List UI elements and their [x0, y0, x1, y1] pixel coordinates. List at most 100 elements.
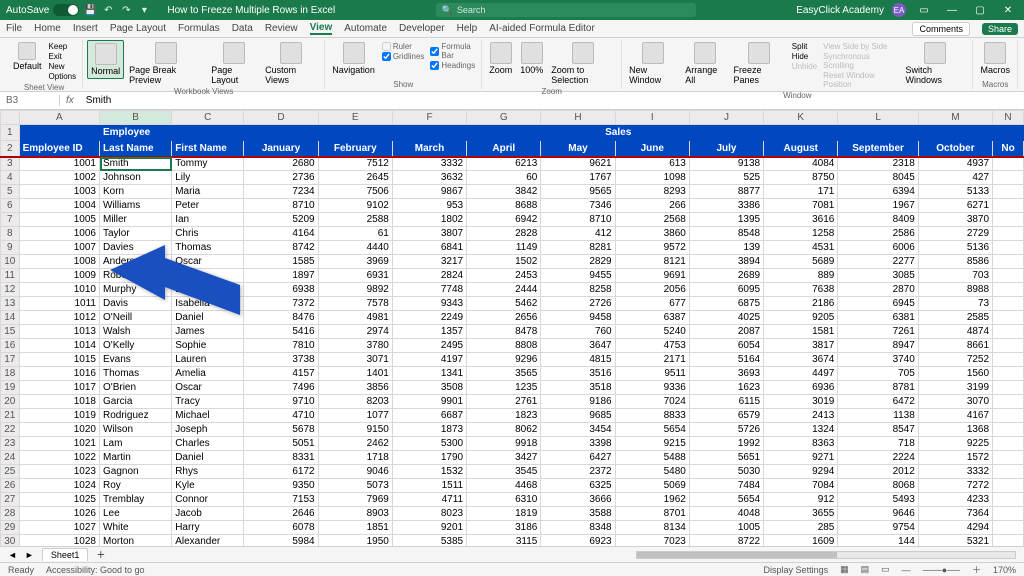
cell-value[interactable]: 8476	[244, 311, 318, 325]
cell-value[interactable]: 3398	[541, 437, 615, 451]
column-header-E[interactable]: E	[318, 111, 392, 125]
cell-first-name[interactable]: Kyle	[172, 479, 244, 493]
row-header-19[interactable]: 19	[1, 381, 20, 395]
cell-value[interactable]: 9458	[541, 311, 615, 325]
header-cell[interactable]: March	[392, 141, 466, 157]
cell-value[interactable]: 3386	[689, 199, 763, 213]
tab-formulas[interactable]: Formulas	[178, 23, 220, 34]
cell-first-name[interactable]: Michael	[172, 409, 244, 423]
cell-value[interactable]: 1368	[918, 423, 992, 437]
cell-value[interactable]: 7810	[244, 339, 318, 353]
cell-value[interactable]: 7638	[764, 283, 838, 297]
cell-value[interactable]: 3860	[615, 227, 689, 241]
header-cell[interactable]: August	[764, 141, 838, 157]
cell-employee-id[interactable]: 1012	[19, 311, 99, 325]
cell-value[interactable]: 9918	[467, 437, 541, 451]
cell-value[interactable]: 2224	[838, 451, 918, 465]
sheet-view-options[interactable]: Options	[49, 72, 77, 81]
cell-first-name[interactable]: Joseph	[172, 423, 244, 437]
split-button[interactable]: Split	[792, 42, 817, 51]
cell-value[interactable]: 139	[689, 241, 763, 255]
cell-value[interactable]: 718	[838, 437, 918, 451]
cell-value[interactable]: 9201	[392, 521, 466, 535]
cell-value[interactable]: 3674	[764, 353, 838, 367]
cell-value[interactable]: 5654	[615, 423, 689, 437]
cell-value[interactable]: 9102	[318, 199, 392, 213]
cell-value[interactable]: 1897	[244, 269, 318, 283]
cell-value[interactable]: 889	[764, 269, 838, 283]
row-header-5[interactable]: 5	[1, 185, 20, 199]
cell-value[interactable]: 2646	[244, 507, 318, 521]
cell-value[interactable]: 1967	[838, 199, 918, 213]
header-cell[interactable]: Last Name	[100, 141, 172, 157]
cell-value[interactable]: 5051	[244, 437, 318, 451]
cell-employee-id[interactable]: 1002	[19, 171, 99, 185]
cell-value[interactable]: 3894	[689, 255, 763, 269]
close-icon[interactable]: ✕	[998, 5, 1018, 16]
cell-value[interactable]: 9225	[918, 437, 992, 451]
row-header-12[interactable]: 12	[1, 283, 20, 297]
cell-first-name[interactable]: Harry	[172, 521, 244, 535]
tab-view[interactable]: View	[310, 22, 333, 35]
cell-value[interactable]: 5493	[838, 493, 918, 507]
tab-home[interactable]: Home	[34, 23, 61, 34]
select-all-cell[interactable]	[1, 111, 20, 125]
zoom-100-button[interactable]: 100%	[517, 40, 546, 77]
header-cell[interactable]: April	[467, 141, 541, 157]
cell-value[interactable]: 3186	[467, 521, 541, 535]
account-avatar[interactable]: EA	[892, 3, 906, 17]
cell-value[interactable]: 613	[615, 157, 689, 171]
cell-first-name[interactable]: James	[172, 325, 244, 339]
cell-value[interactable]: 3738	[244, 353, 318, 367]
cell-last-name[interactable]: Lam	[100, 437, 172, 451]
cell-last-name[interactable]: Wilson	[100, 423, 172, 437]
row-header-18[interactable]: 18	[1, 367, 20, 381]
row-header-2[interactable]: 2	[1, 141, 20, 157]
cell-value[interactable]: 9271	[764, 451, 838, 465]
cell-value[interactable]: 7578	[318, 297, 392, 311]
cell-value[interactable]: 3019	[764, 395, 838, 409]
cell-value[interactable]: 9710	[244, 395, 318, 409]
cell-value[interactable]: 8661	[918, 339, 992, 353]
unhide-button[interactable]: Unhide	[792, 62, 817, 71]
new-window-button[interactable]: New Window	[626, 40, 680, 87]
column-header-D[interactable]: D	[244, 111, 318, 125]
column-header-L[interactable]: L	[838, 111, 918, 125]
cell-value[interactable]: 2656	[467, 311, 541, 325]
cell-value[interactable]: 3647	[541, 339, 615, 353]
view-pagebreak-icon[interactable]: ▭	[881, 564, 890, 575]
cell-value[interactable]: 525	[689, 171, 763, 185]
cell-first-name[interactable]: Isabella	[172, 297, 244, 311]
cell-value[interactable]: 2568	[615, 213, 689, 227]
cell-value[interactable]: 1790	[392, 451, 466, 465]
cell-value[interactable]: 1098	[615, 171, 689, 185]
cell-last-name[interactable]: Gagnon	[100, 465, 172, 479]
cell-empty[interactable]	[993, 395, 1024, 409]
cell-value[interactable]: 7372	[244, 297, 318, 311]
cell-value[interactable]: 6875	[689, 297, 763, 311]
sheet-nav-next-icon[interactable]: ►	[25, 550, 34, 560]
cell-value[interactable]: 1138	[838, 409, 918, 423]
cell-empty[interactable]	[993, 227, 1024, 241]
cell-value[interactable]: 1623	[689, 381, 763, 395]
row-header-11[interactable]: 11	[1, 269, 20, 283]
header-cell[interactable]: June	[615, 141, 689, 157]
row-header-25[interactable]: 25	[1, 465, 20, 479]
cell-employee-id[interactable]: 1006	[19, 227, 99, 241]
cell-value[interactable]: 7081	[764, 199, 838, 213]
column-header-J[interactable]: J	[689, 111, 763, 125]
cell-value[interactable]: 171	[764, 185, 838, 199]
cell-empty[interactable]	[993, 241, 1024, 255]
cell-value[interactable]: 6172	[244, 465, 318, 479]
cell-value[interactable]: 6213	[467, 157, 541, 171]
cell-value[interactable]: 1851	[318, 521, 392, 535]
column-header-M[interactable]: M	[918, 111, 992, 125]
undo-icon[interactable]: ↶	[101, 3, 115, 17]
cell-value[interactable]: 3616	[764, 213, 838, 227]
cell-value[interactable]: 2689	[689, 269, 763, 283]
cell-value[interactable]: 6271	[918, 199, 992, 213]
cell-value[interactable]: 5164	[689, 353, 763, 367]
cell-value[interactable]: 8348	[541, 521, 615, 535]
cell-value[interactable]: 5462	[467, 297, 541, 311]
cell-empty[interactable]	[993, 507, 1024, 521]
